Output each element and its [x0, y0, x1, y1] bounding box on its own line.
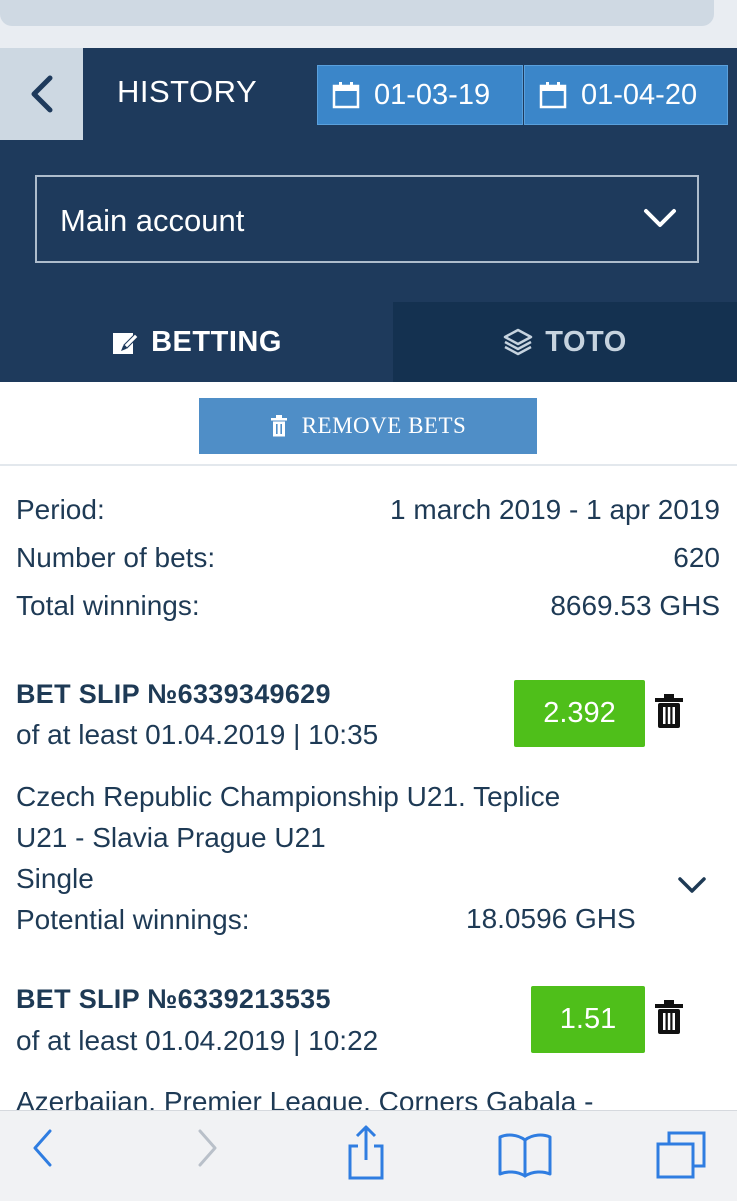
tabs-icon [656, 1131, 706, 1179]
divider [0, 464, 737, 466]
calendar-icon [539, 82, 567, 109]
bet-slip-date: of at least 01.04.2019 | 10:22 [16, 1025, 379, 1056]
page-title: HISTORY [117, 74, 258, 109]
date-to-value: 01-04-20 [581, 78, 698, 111]
date-to-button[interactable]: 01-04-20 [524, 65, 728, 125]
period-value: 1 march 2019 - 1 apr 2019 [390, 494, 720, 525]
chevron-down-icon [644, 209, 676, 227]
summary-period: Period: 1 march 2019 - 1 apr 2019 [16, 494, 720, 530]
browser-url-field[interactable] [0, 0, 714, 26]
chevron-left-icon [33, 1129, 52, 1167]
browser-back-button[interactable] [30, 1126, 56, 1175]
tab-toto-label: TOTO [545, 325, 627, 358]
chevron-down-icon [678, 877, 706, 893]
trash-icon [270, 415, 287, 437]
account-select[interactable]: Main account [35, 175, 699, 263]
expand-slip-button[interactable] [677, 876, 707, 899]
bet-slip-title: BET SLIP №6339349629 [16, 679, 331, 709]
odds-badge: 1.51 [531, 986, 645, 1053]
winnings-value: 8669.53 GHS [550, 590, 720, 621]
tab-betting-label: BETTING [151, 325, 282, 358]
delete-bet-button[interactable] [654, 694, 684, 733]
edit-icon [113, 333, 139, 354]
bets-value: 620 [673, 542, 720, 573]
share-button[interactable] [346, 1124, 386, 1185]
bookmarks-button[interactable] [497, 1132, 553, 1183]
date-from-button[interactable]: 01-03-19 [317, 65, 523, 125]
browser-forward-button[interactable] [194, 1126, 220, 1175]
chevron-left-icon [31, 75, 52, 113]
layers-icon [504, 328, 533, 356]
back-button[interactable] [0, 48, 83, 140]
bet-type: Single [16, 863, 94, 894]
potential-winnings-value: 18.0596 GHS [466, 903, 636, 934]
remove-bets-button[interactable]: REMOVE BETS [199, 398, 537, 454]
date-from-value: 01-03-19 [374, 78, 491, 111]
remove-bets-label: REMOVE BETS [301, 413, 467, 438]
account-select-value: Main account [60, 203, 245, 238]
bet-slip-date: of at least 01.04.2019 | 10:35 [16, 719, 379, 750]
winnings-label: Total winnings: [16, 590, 200, 621]
tab-betting[interactable]: BETTING [0, 302, 393, 382]
tab-toto[interactable]: TOTO [393, 302, 737, 382]
bet-slip-title: BET SLIP №6339213535 [16, 984, 331, 1014]
tabs-button[interactable] [655, 1130, 707, 1185]
event-line: U21 - Slavia Prague U21 [16, 822, 326, 853]
trash-icon [655, 694, 683, 728]
period-label: Period: [16, 494, 105, 525]
bets-label: Number of bets: [16, 542, 216, 573]
odds-badge: 2.392 [514, 680, 645, 747]
summary-winnings: Total winnings: 8669.53 GHS [16, 590, 720, 626]
trash-icon [655, 1000, 683, 1034]
delete-bet-button[interactable] [654, 1000, 684, 1039]
book-icon [498, 1133, 552, 1178]
event-line: Czech Republic Championship U21. Teplice [16, 781, 561, 812]
share-icon [348, 1125, 384, 1180]
chevron-right-icon [198, 1129, 217, 1167]
calendar-icon [332, 82, 360, 109]
summary-bets: Number of bets: 620 [16, 542, 720, 578]
